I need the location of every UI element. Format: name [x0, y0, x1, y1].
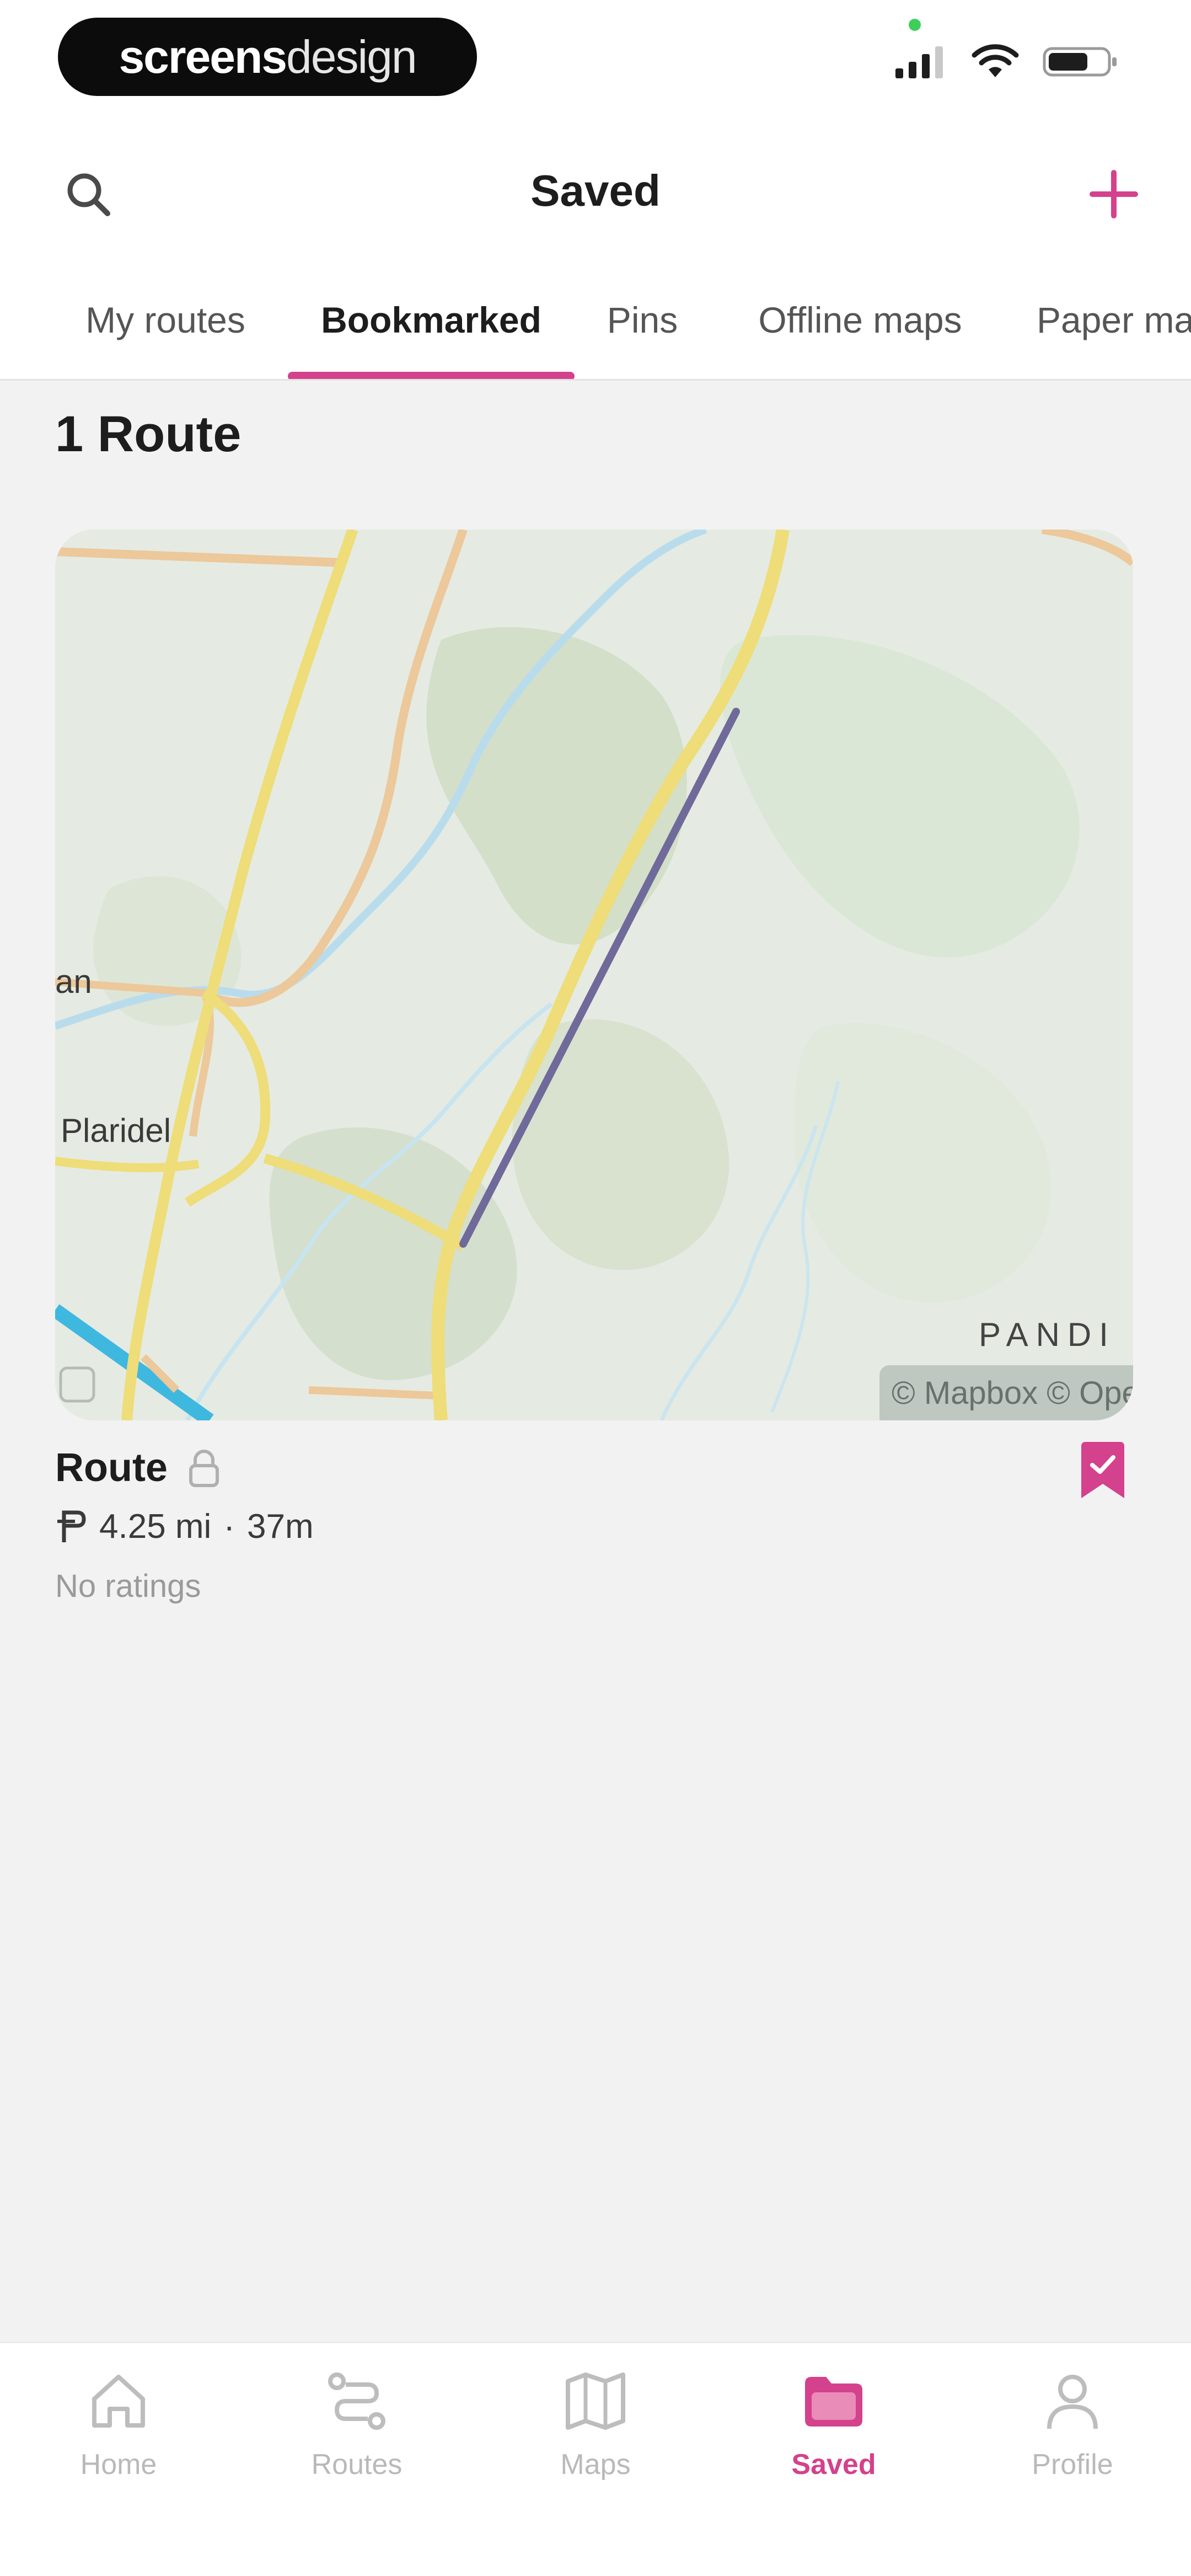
nav-label: Saved: [791, 2449, 876, 2481]
person-icon: [1047, 2375, 1098, 2429]
nav-label: Profile: [1032, 2449, 1113, 2481]
map-attribution[interactable]: © Mapbox © OpenStreetMap: [879, 1365, 1133, 1420]
route-duration: 37m: [246, 1508, 314, 1546]
nav-label: Home: [80, 2449, 157, 2481]
nav-profile[interactable]: Profile: [990, 2365, 1155, 2498]
route-count-title: 1 Route: [55, 406, 242, 462]
route-card[interactable]: an Plaridel PANDI © Mapbox © OpenStreetM…: [55, 530, 1133, 1604]
bookmark-filled-icon: [1081, 1442, 1124, 1498]
route-map-thumbnail[interactable]: an Plaridel PANDI © Mapbox © OpenStreetM…: [55, 530, 1133, 1420]
map-label-region: PANDI: [979, 1316, 1116, 1353]
brand-light: design: [286, 30, 417, 83]
route-ratings: No ratings: [55, 1568, 201, 1604]
brand-bold: screens: [119, 30, 287, 83]
tab-bookmarked[interactable]: Bookmarked: [288, 259, 575, 379]
page-title: Saved: [530, 166, 661, 215]
status-bar: screens design: [0, 0, 1191, 127]
route-meta: 4.25 mi · 37m: [55, 1507, 314, 1546]
camera-indicator-icon: [909, 19, 921, 31]
status-icons: [893, 44, 1119, 79]
lock-icon: [189, 1450, 219, 1487]
folder-icon: [805, 2377, 862, 2427]
bookmark-button[interactable]: [1072, 1434, 1133, 1506]
wifi-icon: [972, 44, 1019, 77]
tab-pins[interactable]: Pins: [601, 259, 684, 379]
battery-icon: [1043, 47, 1117, 77]
nav-label: Routes: [311, 2449, 403, 2481]
route-type-icon: [57, 1510, 86, 1542]
tab-offline-maps[interactable]: Offline maps: [733, 259, 987, 379]
map-icon: [566, 2372, 625, 2430]
map-preview-graphic: [55, 530, 1133, 1420]
signal-icon: [895, 46, 943, 78]
tab-my-routes[interactable]: My routes: [72, 259, 259, 379]
saved-screen: screens design Saved My routes Bookmarke…: [0, 0, 1191, 2576]
nav-routes[interactable]: Routes: [274, 2365, 439, 2498]
plus-icon: [1090, 170, 1138, 218]
route-name: Route: [55, 1446, 168, 1490]
map-label-town: Plaridel: [61, 1112, 171, 1149]
add-button[interactable]: [1081, 161, 1147, 227]
nav-saved[interactable]: Saved: [751, 2365, 916, 2498]
nav-maps[interactable]: Maps: [513, 2365, 678, 2498]
home-icon: [92, 2375, 145, 2428]
nav-label: Maps: [560, 2449, 631, 2481]
route-meta-separator: ·: [223, 1508, 235, 1546]
route-distance: 4.25 mi: [99, 1508, 212, 1546]
tab-paper-maps[interactable]: Paper maps: [1037, 259, 1191, 379]
saved-tabs: My routes Bookmarked Pins Offline maps P…: [0, 259, 1191, 381]
bottom-navigation: Home Routes Maps Saved Profile: [0, 2342, 1191, 2576]
nav-home[interactable]: Home: [36, 2365, 201, 2498]
header: Saved: [0, 127, 1191, 259]
brand-watermark: screens design: [58, 18, 477, 96]
map-label-left: an: [55, 963, 92, 1000]
routes-icon: [328, 2372, 385, 2430]
route-title-row: Route: [55, 1445, 222, 1490]
